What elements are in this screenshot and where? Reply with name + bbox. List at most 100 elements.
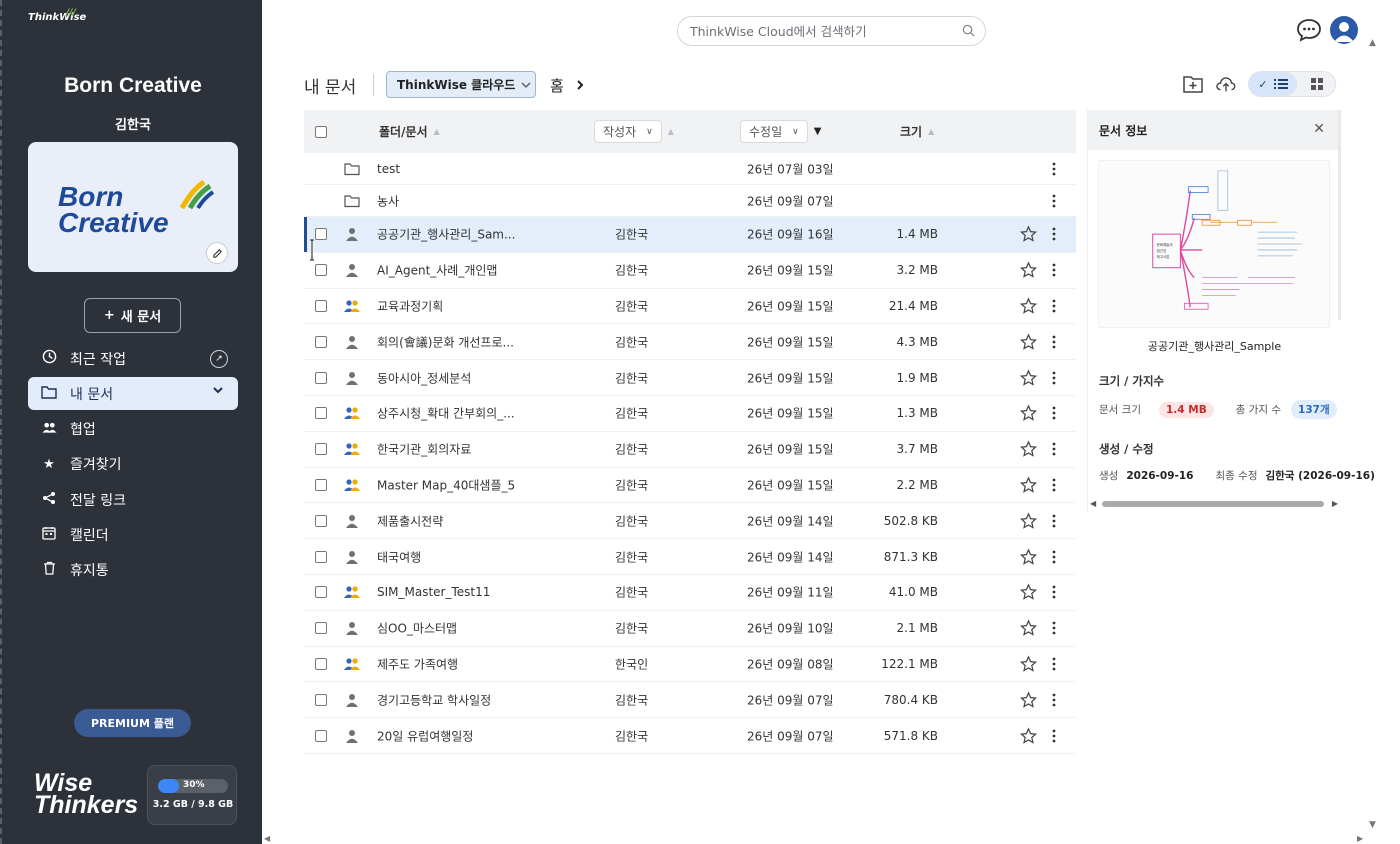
row-checkbox[interactable] bbox=[315, 550, 327, 563]
table-row[interactable]: 심OO_마스터맵 김한국 26년 09월 10일 2.1 MB bbox=[304, 611, 1076, 647]
document-name[interactable]: 교육과정기획 bbox=[377, 297, 443, 314]
chat-icon[interactable] bbox=[1296, 18, 1322, 42]
info-vertical-scrollbar[interactable] bbox=[1338, 110, 1341, 320]
table-row[interactable]: 태국여행 김한국 26년 09월 14일 871.3 KB bbox=[304, 539, 1076, 575]
document-name[interactable]: 공공기관_행사관리_Sam... bbox=[377, 226, 515, 243]
row-checkbox[interactable] bbox=[315, 657, 327, 670]
more-options-icon[interactable] bbox=[1048, 263, 1060, 277]
header-size[interactable]: 크기 ▲ bbox=[900, 110, 934, 153]
favorite-star-icon[interactable] bbox=[1019, 297, 1038, 314]
favorite-star-icon[interactable] bbox=[1019, 404, 1038, 422]
document-name[interactable]: SIM_Master_Test11 bbox=[377, 585, 490, 599]
search-bar[interactable] bbox=[677, 16, 986, 46]
modified-filter-dropdown[interactable]: 수정일 ∨ bbox=[740, 120, 808, 143]
document-name[interactable]: 한국기관_회의자료 bbox=[377, 441, 471, 458]
document-name[interactable]: 20일 유럽여행일정 bbox=[377, 727, 473, 744]
upload-cloud-icon[interactable] bbox=[1215, 73, 1237, 95]
breadcrumb-home[interactable]: 홈 bbox=[550, 77, 564, 95]
sort-asc-icon[interactable]: ▲ bbox=[434, 127, 440, 136]
cloud-storage-dropdown[interactable]: ThinkWise 클라우드 bbox=[386, 71, 536, 98]
table-row[interactable]: 20일 유럽여행일정 김한국 26년 09월 07일 571.8 KB bbox=[304, 718, 1076, 754]
edit-logo-button[interactable] bbox=[206, 242, 228, 264]
list-view-button[interactable]: ✓ bbox=[1249, 72, 1297, 96]
row-checkbox[interactable] bbox=[315, 478, 327, 491]
scroll-left-arrow-icon[interactable]: ◀ bbox=[1090, 499, 1096, 508]
document-name[interactable]: AI_Agent_사례_개인맵 bbox=[377, 262, 497, 279]
mindmap-thumbnail[interactable]: 문화예술의 접근성 제고사업 bbox=[1098, 160, 1330, 328]
info-horizontal-scrollbar[interactable]: ◀ ▶ bbox=[1090, 499, 1338, 508]
scrollbar-thumb[interactable] bbox=[1102, 501, 1324, 507]
folder-row[interactable]: test 26년 07월 03일 bbox=[304, 153, 1076, 185]
favorite-star-icon[interactable] bbox=[1019, 368, 1038, 386]
table-row[interactable]: 회의(會議)문화 개선프로... 김한국 26년 09월 15일 4.3 MB bbox=[304, 324, 1076, 361]
row-checkbox[interactable] bbox=[315, 264, 327, 277]
more-options-icon[interactable] bbox=[1048, 550, 1060, 564]
header-name[interactable]: 폴더/문서 ▲ bbox=[379, 110, 440, 153]
document-name[interactable]: 제품출시전략 bbox=[377, 512, 443, 529]
table-row[interactable]: Master Map_40대샘플_5 김한국 26년 09월 15일 2.2 MB bbox=[304, 468, 1076, 504]
premium-plan-badge[interactable]: PREMIUM 플랜 bbox=[74, 709, 191, 737]
scroll-right-arrow-icon[interactable]: ▶ bbox=[1332, 499, 1338, 508]
breadcrumb[interactable]: 홈 bbox=[550, 75, 585, 96]
more-options-icon[interactable] bbox=[1048, 693, 1060, 707]
more-options-icon[interactable] bbox=[1048, 585, 1060, 599]
row-checkbox[interactable] bbox=[315, 335, 327, 348]
document-name[interactable]: Master Map_40대샘플_5 bbox=[377, 476, 515, 493]
more-options-icon[interactable] bbox=[1048, 227, 1060, 241]
favorite-star-icon[interactable] bbox=[1019, 726, 1038, 744]
new-document-button[interactable]: + 새 문서 bbox=[84, 298, 181, 333]
more-options-icon[interactable] bbox=[1048, 621, 1060, 635]
document-name[interactable]: 회의(會議)문화 개선프로... bbox=[377, 333, 514, 350]
table-row[interactable]: 제주도 가족여행 한국인 26년 09월 08일 122.1 MB bbox=[304, 647, 1076, 683]
table-row[interactable]: 교육과정기획 김한국 26년 09월 15일 21.4 MB bbox=[304, 289, 1076, 325]
view-toggle[interactable]: ✓ bbox=[1248, 71, 1336, 97]
more-options-icon[interactable] bbox=[1048, 194, 1060, 208]
table-row[interactable]: 한국기관_회의자료 김한국 26년 09월 15일 3.7 MB bbox=[304, 432, 1076, 468]
table-row[interactable]: 공공기관_행사관리_Sam... 김한국 26년 09월 16일 1.4 MB bbox=[304, 217, 1076, 253]
sidebar-item-calendar[interactable]: 캘린더 bbox=[28, 518, 238, 551]
folder-name[interactable]: test bbox=[377, 162, 400, 176]
folder-name[interactable]: 농사 bbox=[377, 192, 399, 209]
table-row[interactable]: 경기고등학교 학사일정 김한국 26년 09월 07일 780.4 KB bbox=[304, 682, 1076, 719]
row-checkbox[interactable] bbox=[315, 586, 327, 599]
sidebar-item-recent[interactable]: 최근 작업 ↗ bbox=[28, 342, 238, 375]
favorite-star-icon[interactable] bbox=[1019, 261, 1038, 279]
scroll-down-arrow-icon[interactable]: ▼ bbox=[1369, 820, 1376, 830]
row-checkbox[interactable] bbox=[315, 443, 327, 456]
more-options-icon[interactable] bbox=[1048, 335, 1060, 349]
more-options-icon[interactable] bbox=[1048, 371, 1060, 385]
document-name[interactable]: 태국여행 bbox=[377, 548, 421, 565]
row-checkbox[interactable] bbox=[315, 514, 327, 527]
search-icon[interactable] bbox=[962, 24, 975, 37]
favorite-star-icon[interactable] bbox=[1019, 619, 1038, 637]
sidebar-item-collab[interactable]: 협업 bbox=[28, 413, 238, 446]
document-name[interactable]: 경기고등학교 학사일정 bbox=[377, 691, 491, 708]
table-row[interactable]: SIM_Master_Test11 김한국 26년 09월 11일 41.0 MB bbox=[304, 575, 1076, 611]
select-all-checkbox[interactable] bbox=[315, 125, 327, 138]
user-avatar[interactable] bbox=[1330, 16, 1358, 44]
favorite-star-icon[interactable] bbox=[1019, 333, 1038, 350]
close-icon[interactable]: ✕ bbox=[1313, 121, 1325, 137]
table-row[interactable]: 동아시아_정세분석 김한국 26년 09월 15일 1.9 MB bbox=[304, 360, 1076, 396]
new-folder-icon[interactable] bbox=[1182, 73, 1204, 95]
row-checkbox[interactable] bbox=[315, 371, 327, 384]
sort-icon[interactable]: ▲ bbox=[928, 127, 934, 136]
scroll-left-arrow-icon[interactable]: ◀ bbox=[264, 834, 270, 843]
favorite-star-icon[interactable] bbox=[1019, 225, 1038, 243]
document-name[interactable]: 심OO_마스터맵 bbox=[377, 620, 457, 637]
more-options-icon[interactable] bbox=[1048, 657, 1060, 671]
sidebar-item-trash[interactable]: 휴지통 bbox=[28, 554, 238, 587]
favorite-star-icon[interactable] bbox=[1019, 655, 1038, 672]
table-row[interactable]: 제품출시전략 김한국 26년 09월 14일 502.8 KB bbox=[304, 503, 1076, 540]
sidebar-item-my-docs[interactable]: 내 문서 bbox=[28, 377, 238, 411]
document-name[interactable]: 상주시청_확대 간부회의_... bbox=[377, 405, 515, 422]
more-options-icon[interactable] bbox=[1048, 729, 1060, 743]
thinkwise-logo[interactable]: ThinkWise/// bbox=[28, 8, 86, 23]
more-options-icon[interactable] bbox=[1048, 442, 1060, 456]
favorite-star-icon[interactable] bbox=[1019, 476, 1038, 493]
folder-row[interactable]: 농사 26년 09월 07일 bbox=[304, 185, 1076, 217]
document-name[interactable]: 제주도 가족여행 bbox=[377, 655, 458, 672]
more-options-icon[interactable] bbox=[1048, 162, 1060, 176]
sidebar-item-share-links[interactable]: 전달 링크 bbox=[28, 483, 238, 516]
grid-view-icon[interactable] bbox=[1311, 78, 1323, 90]
